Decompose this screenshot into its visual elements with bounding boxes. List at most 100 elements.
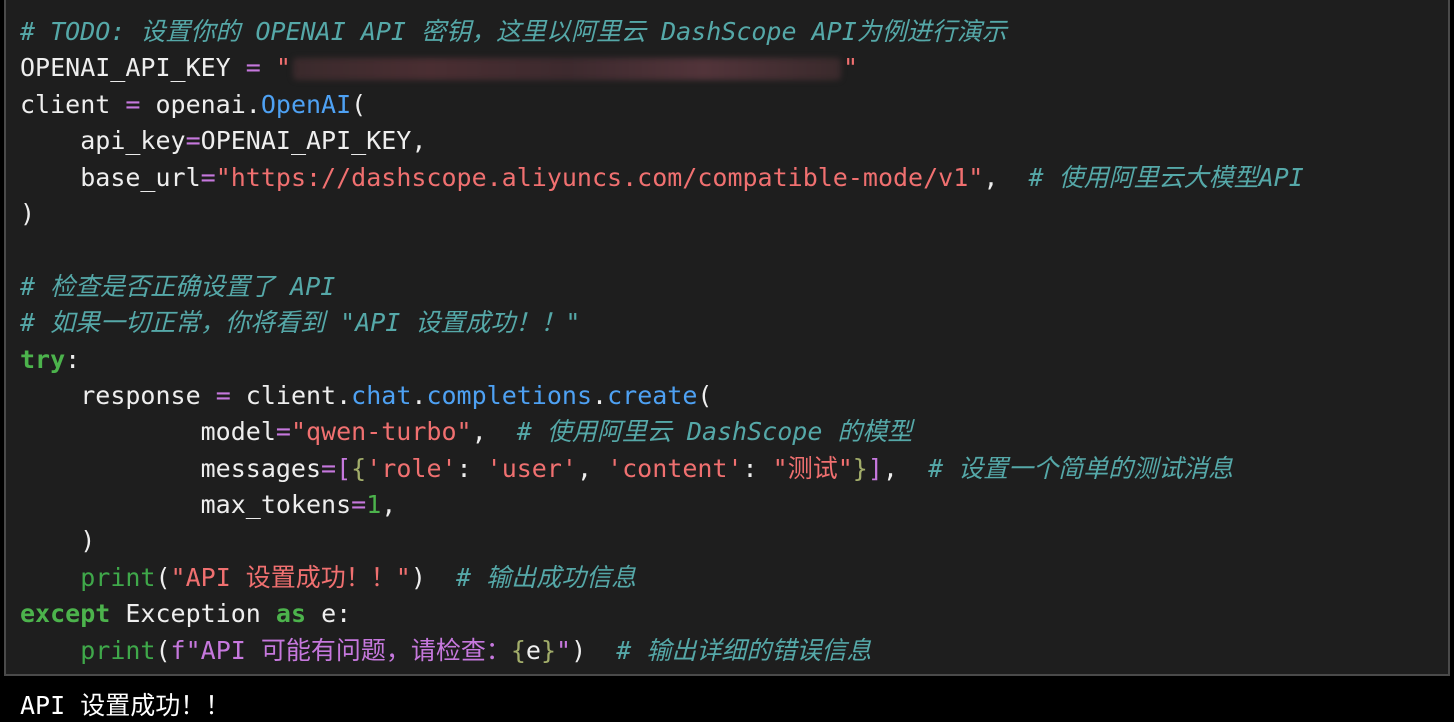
code-line-1: # TODO: 设置你的 OPENAI API 密钥，这里以阿里云 DashSc… <box>20 14 1304 50</box>
paren: ) <box>571 635 587 665</box>
code-line-6: ) <box>20 196 1304 232</box>
expect-comment: # 如果一切正常，你将看到 "API 设置成功！！" <box>20 308 581 338</box>
paren: ( <box>697 380 713 410</box>
todo-comment: # TODO: 设置你的 OPENAI API 密钥，这里以阿里云 DashSc… <box>20 17 1007 46</box>
error-comment: # 输出详细的错误信息 <box>616 635 872 665</box>
bracket: ] <box>867 453 883 483</box>
code-line-10: try: <box>20 342 1304 378</box>
bracket: [ <box>336 453 352 483</box>
max-tokens-value: 1 <box>366 490 382 520</box>
code-line-12: model="qwen-turbo", # 使用阿里云 DashScope 的模… <box>20 414 1304 450</box>
fstring-end: " <box>556 635 572 665</box>
code-line-9: # 如果一切正常，你将看到 "API 设置成功！！" <box>20 305 1304 341</box>
code-line-5: base_url="https://dashscope.aliyuncs.com… <box>20 160 1304 196</box>
messages-param: messages <box>200 453 322 483</box>
response-var: response <box>80 380 201 410</box>
api-key-var: OPENAI_API_KEY <box>200 126 412 156</box>
eq-op: = <box>321 453 337 483</box>
code-line-17: except Exception as e: <box>20 596 1304 632</box>
except-keyword: except <box>20 599 111 629</box>
max-tokens-param: max_tokens <box>200 490 352 520</box>
paren: ) <box>410 562 426 592</box>
model-comment: # 使用阿里云 DashScope 的模型 <box>516 417 913 447</box>
model-string: "qwen-turbo" <box>290 417 472 447</box>
code-line-4: api_key=OPENAI_API_KEY, <box>20 123 1304 159</box>
success-comment: # 输出成功信息 <box>456 562 637 592</box>
code-line-15: ) <box>20 523 1304 559</box>
code-line-11: response = client.chat.completions.creat… <box>20 378 1304 414</box>
comma: , <box>471 417 487 447</box>
exception-class: Exception <box>125 599 261 629</box>
success-string: "API 设置成功！！" <box>170 562 411 592</box>
eq-op: = <box>351 490 367 520</box>
brace: { <box>351 453 367 483</box>
print-fn: print <box>80 562 156 592</box>
completions-attr: completions <box>426 380 593 410</box>
brace: { <box>510 635 526 665</box>
role-key: 'role' <box>366 453 457 483</box>
comma: , <box>983 162 999 192</box>
code-block: # TODO: 设置你的 OPENAI API 密钥，这里以阿里云 DashSc… <box>20 14 1304 669</box>
code-line-3: client = openai.OpenAI( <box>20 87 1304 123</box>
brace: } <box>852 453 868 483</box>
base-url-comment: # 使用阿里云大模型API <box>1028 162 1304 192</box>
messages-comment: # 设置一个简单的测试消息 <box>928 453 1234 483</box>
colon: : <box>65 344 81 374</box>
base-url-string: "https://dashscope.aliyuncs.com/compatib… <box>215 162 984 192</box>
colon: : <box>336 599 352 629</box>
quote: " <box>842 53 858 83</box>
client-var: client <box>20 89 111 119</box>
comma: , <box>411 126 427 156</box>
api-key-var: OPENAI_API_KEY <box>20 53 231 83</box>
openai-module: openai <box>155 89 246 119</box>
base-url-param: base_url <box>80 162 201 192</box>
fstring-start: f"API 可能有问题，请检查： <box>170 635 511 665</box>
user-value: 'user' <box>486 453 577 483</box>
code-line-18: print(f"API 可能有问题，请检查：{e}") # 输出详细的错误信息 <box>20 633 1304 669</box>
cell-output: API 设置成功！！ <box>0 676 1454 722</box>
assign-op: = <box>200 380 246 410</box>
paren: ) <box>80 526 96 556</box>
chat-attr: chat <box>351 380 412 410</box>
redacted-api-key <box>292 58 841 81</box>
openai-class: OpenAI <box>260 89 352 119</box>
code-line-2: OPENAI_API_KEY = " " <box>20 50 1304 86</box>
code-line-16: print("API 设置成功！！") # 输出成功信息 <box>20 560 1304 596</box>
as-keyword: as <box>275 599 307 629</box>
brace: } <box>540 635 557 665</box>
dot: . <box>592 380 608 410</box>
print-fn: print <box>80 635 156 665</box>
dot: . <box>411 380 427 410</box>
comma: , <box>381 490 397 520</box>
output-text: API 设置成功！！ <box>20 691 231 720</box>
e-var: e <box>321 599 337 629</box>
eq-op: = <box>275 417 291 447</box>
e-var: e <box>525 635 541 665</box>
code-line-13: messages=[{'role': 'user', 'content': "测… <box>20 451 1304 487</box>
assign-op: = <box>110 89 156 119</box>
dot: . <box>245 89 261 119</box>
create-fn: create <box>607 380 698 410</box>
comma: , <box>576 453 608 483</box>
paren: ) <box>20 198 36 228</box>
paren: ( <box>155 635 171 665</box>
test-value: "测试" <box>772 453 853 483</box>
quote: " <box>275 53 291 83</box>
code-line-14: max_tokens=1, <box>20 487 1304 523</box>
client-var: client <box>245 380 337 410</box>
check-comment: # 检查是否正确设置了 API <box>20 271 336 301</box>
code-cell[interactable]: # TODO: 设置你的 OPENAI API 密钥，这里以阿里云 DashSc… <box>4 0 1450 676</box>
assign-op: = <box>230 53 276 83</box>
colon: : <box>742 453 773 483</box>
code-line-8: # 检查是否正确设置了 API <box>20 269 1304 305</box>
api-key-param: api_key <box>80 126 186 156</box>
